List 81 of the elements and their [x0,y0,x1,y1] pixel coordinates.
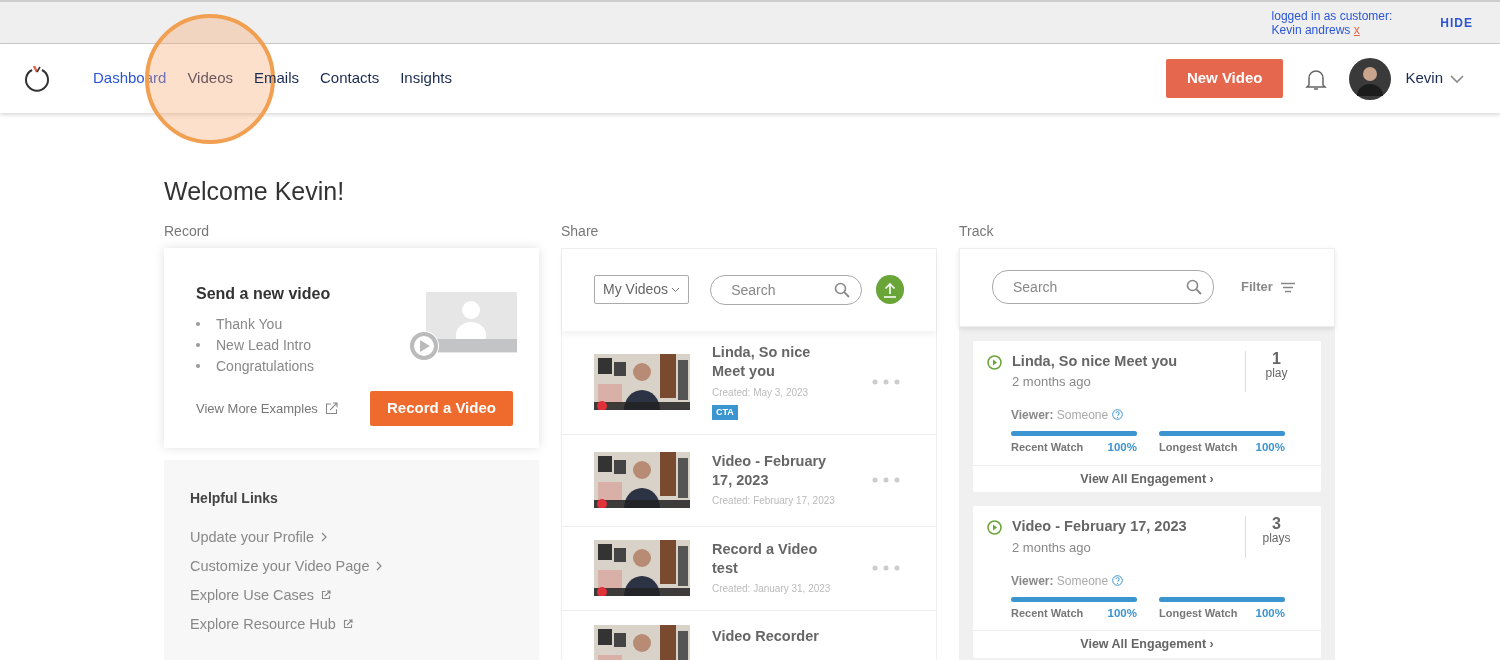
video-title: Record a Video test [712,539,819,578]
upload-button[interactable] [875,275,904,304]
cta-tag: CTA [712,404,738,421]
video-title: Linda, So nice Meet you [712,343,812,382]
section-heading: Track [959,221,995,241]
video-filter-dropdown[interactable]: My Videos [594,275,690,304]
video-title: Linda, So nice Meet you [1012,351,1179,371]
watch-label: Recent Watch [1011,606,1084,621]
card-title: Send a new video [196,283,331,304]
example-item: Thank You [216,314,283,334]
logo-icon [23,63,51,94]
bullet-icon [196,322,200,326]
search-field[interactable]: Search [710,274,862,305]
time-ago: 2 months ago [1012,539,1092,557]
user-menu[interactable]: Kevin [1405,63,1464,94]
nav-tab[interactable]: Insights [400,63,452,94]
page-title: Welcome Kevin! [164,176,346,207]
viewer-text: Viewer: Someone [1011,406,1109,424]
time-ago: 2 months ago [1012,373,1092,392]
filter-icon [1279,281,1296,293]
help-link[interactable]: Update your Profile [190,522,513,552]
watch-percent: 100% [1255,440,1285,456]
play-icon [987,354,1002,370]
external-link-icon [342,619,353,629]
external-link-icon [324,401,338,415]
watch-percent: 100% [1107,606,1137,621]
more-icon [872,379,900,385]
avatar[interactable] [1349,57,1392,100]
new-video-button[interactable]: New Video [1165,59,1284,98]
chevron-down-icon [671,286,681,293]
nav-tab[interactable]: Videos [187,63,233,94]
panel-title: Helpful Links [190,488,279,508]
created-date: Created: January 31, 2023 [712,582,832,597]
examples-link[interactable]: View More Examples [196,398,338,418]
video-title: Video - February 17, 2023 [712,451,828,490]
view-engagement-link[interactable]: View All Engagement › [973,464,1321,493]
play-count: 3 [1271,516,1282,532]
watch-label: Recent Watch [1011,440,1084,456]
play-icon [987,520,1002,536]
upload-icon [882,281,897,298]
help-link[interactable]: Explore Resource Hub [190,609,513,639]
video-title: Video - February 17, 2023 [1012,517,1188,537]
bullet-icon [196,364,200,368]
created-date: Created: February 17, 2023 [712,494,836,509]
filter-button[interactable]: Filter [1235,276,1302,298]
bullet-icon [196,343,200,347]
chevron-right-icon [376,561,383,571]
record-button[interactable]: Record a Video [370,391,513,426]
search-icon [833,281,850,298]
chevron-right-icon [321,532,328,542]
created-date: Created: May 3, 2023 [712,385,810,400]
help-icon [1111,409,1123,421]
search-field[interactable]: Search [992,270,1214,304]
video-placeholder-icon [407,289,519,362]
example-item: Congratulations [216,356,315,376]
play-count-label: plays [1261,531,1292,547]
help-link[interactable]: Explore Use Cases [190,580,513,610]
chevron-down-icon [1450,74,1464,83]
viewer-text: Viewer: Someone [1011,572,1109,590]
more-icon [872,565,900,571]
search-icon [1186,279,1202,295]
video-title: Video Recorder [712,626,820,646]
remove-link[interactable]: x [1353,22,1360,37]
help-link[interactable]: Customize your Video Page [190,551,513,581]
play-count: 1 [1271,350,1282,366]
watch-label: Longest Watch [1159,606,1238,621]
more-icon [872,477,900,483]
customer-name: Kevin andrews [1271,22,1351,37]
example-item: New Lead Intro [216,335,311,355]
watch-percent: 100% [1255,606,1285,621]
help-icon [1111,575,1123,586]
external-link-icon [321,590,332,600]
play-count-label: play [1264,365,1289,381]
section-heading: Share [561,221,600,241]
nav-tab[interactable]: Contacts [320,63,380,94]
section-heading: Record [164,221,211,241]
login-label: logged in as customer: [1271,8,1393,23]
hide-button[interactable]: HIDE [1434,12,1479,33]
view-engagement-link[interactable]: View All Engagement › [973,630,1321,658]
watch-percent: 100% [1107,440,1137,456]
watch-label: Longest Watch [1159,440,1238,456]
